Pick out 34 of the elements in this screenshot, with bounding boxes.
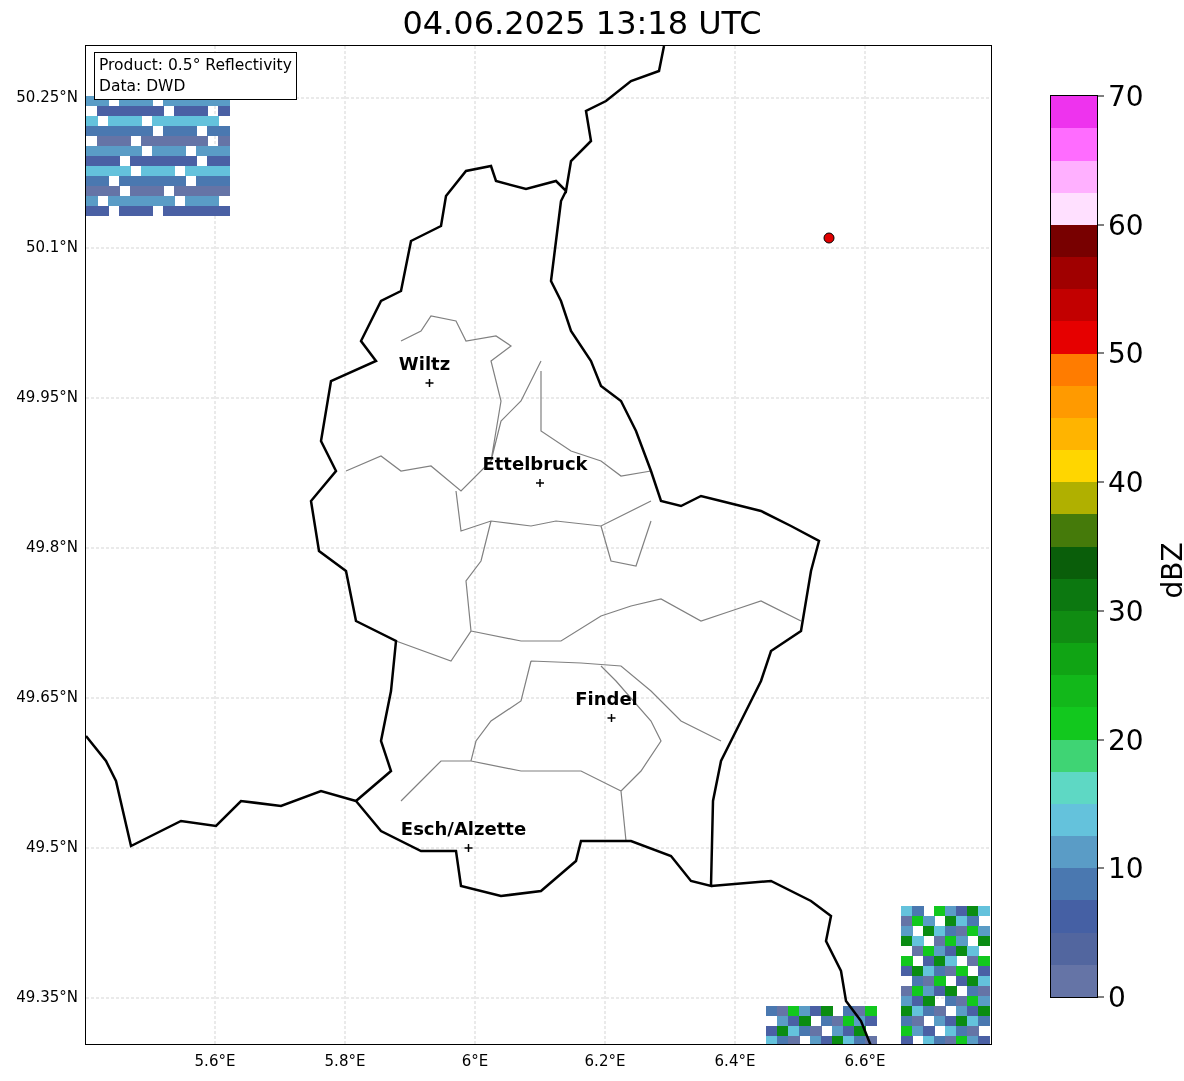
info-text: Product: 0.5° Reflectivity — [99, 55, 292, 76]
tick-label: 40 — [1098, 465, 1144, 499]
chart-title: 04.06.2025 13:18 UTC — [402, 3, 762, 42]
crosshair-icon — [606, 713, 617, 723]
latitude-label: 49.35°N — [16, 988, 78, 1006]
longitude-label: 6.6°E — [844, 1052, 886, 1070]
tick-label: 20 — [1098, 723, 1144, 757]
crosshair-icon — [535, 478, 545, 488]
longitude-label: 5.8°E — [324, 1052, 366, 1070]
longitude-label: 6°E — [461, 1052, 489, 1070]
crosshair-icon — [424, 378, 435, 388]
tick-label: 60 — [1098, 208, 1144, 242]
crosshair-icon — [463, 843, 474, 853]
latitude-label: 50.25°N — [16, 88, 78, 106]
city-label: Ettelbruck — [482, 453, 588, 474]
longitude-label: 6.4°E — [714, 1052, 756, 1070]
tick-label: 30 — [1098, 594, 1144, 628]
marker-dot — [823, 232, 835, 244]
city-label: Wiltz — [398, 353, 451, 374]
longitude-label: 6.2°E — [584, 1052, 626, 1070]
tick-label: 10 — [1098, 851, 1144, 885]
latitude-label: 49.95°N — [16, 388, 78, 406]
tick-label: 50 — [1098, 336, 1144, 370]
latitude-label: 50.1°N — [25, 238, 78, 256]
info-text: Data: DWD — [99, 76, 187, 97]
latitude-label: 49.5°N — [25, 838, 78, 856]
latitude-label: 49.8°N — [25, 538, 78, 556]
city-label: Findel — [575, 688, 638, 709]
latitude-label: 49.65°N — [16, 688, 78, 706]
colorbar-label: dBZ — [1155, 541, 1184, 599]
tick-label: 0 — [1098, 980, 1126, 1014]
city-label: Esch/Alzette — [400, 818, 527, 839]
longitude-label: 5.6°E — [194, 1052, 236, 1070]
tick-label: 70 — [1098, 79, 1144, 113]
